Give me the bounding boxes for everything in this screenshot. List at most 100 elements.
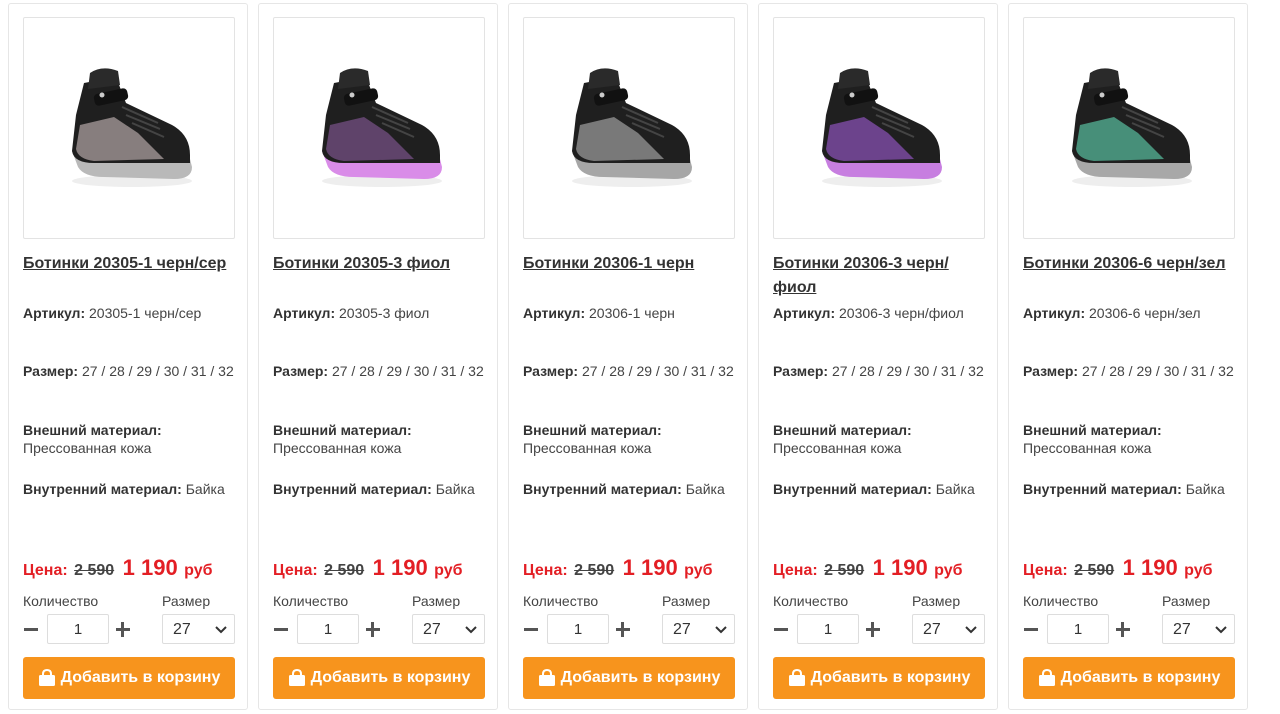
quantity-input[interactable] — [297, 614, 359, 644]
sizes-value: 27 / 28 / 29 / 30 / 31 / 32 — [581, 363, 734, 379]
old-price: 2 590 — [574, 562, 615, 579]
quantity-stepper — [1023, 614, 1131, 644]
article-value: 20306-6 черн/зел — [1089, 305, 1201, 321]
product-card: Ботинки 20306-3 черн/фиол Артикул: 20306… — [758, 3, 998, 710]
product-sizes: Размер: 27 / 28 / 29 / 30 / 31 / 32 — [23, 362, 235, 380]
sizes-label: Размер: — [23, 363, 79, 379]
plus-icon[interactable] — [365, 614, 381, 644]
old-price: 2 590 — [74, 562, 115, 579]
inner-value: Байка — [1185, 481, 1225, 497]
sizes-value: 27 / 28 / 29 / 30 / 31 / 32 — [831, 363, 984, 379]
product-price: Цена: 2 590 1 190 руб — [1023, 555, 1243, 581]
boot-image — [822, 68, 942, 187]
price-label: Цена: — [273, 562, 318, 579]
product-title[interactable]: Ботинки 20306-6 черн/зел — [1023, 252, 1235, 276]
product-outer-material: Внешний материал: Прессованная кожа — [1023, 421, 1235, 457]
outer-label: Внешний материал: — [23, 422, 162, 438]
quantity-stepper — [773, 614, 881, 644]
product-photo[interactable] — [523, 17, 735, 239]
price-label: Цена: — [23, 562, 68, 579]
product-inner-material: Внутренний материал: Байка — [23, 480, 235, 498]
article-value: 20305-1 черн/сер — [89, 305, 202, 321]
shopping-bag-icon — [538, 669, 555, 686]
add-to-cart-button[interactable]: Добавить в корзину — [273, 657, 485, 699]
product-article: Артикул: 20305-1 черн/сер — [23, 304, 235, 322]
product-title[interactable]: Ботинки 20305-3 фиол — [273, 252, 485, 276]
new-price: 1 190 — [1122, 555, 1178, 580]
product-card: Ботинки 20305-1 черн/сер Артикул: 20305-… — [8, 3, 248, 710]
size-select-value: 27 — [1173, 621, 1191, 638]
size-select[interactable]: 27 — [162, 614, 235, 644]
product-title[interactable]: Ботинки 20305-1 черн/сер — [23, 252, 235, 276]
inner-value: Байка — [435, 481, 475, 497]
quantity-input[interactable] — [547, 614, 609, 644]
add-to-cart-label: Добавить в корзину — [810, 669, 971, 686]
minus-icon[interactable] — [773, 614, 789, 644]
quantity-input[interactable] — [47, 614, 109, 644]
product-sizes: Размер: 27 / 28 / 29 / 30 / 31 / 32 — [273, 362, 485, 380]
add-to-cart-button[interactable]: Добавить в корзину — [23, 657, 235, 699]
size-select[interactable]: 27 — [412, 614, 485, 644]
currency-label: руб — [184, 562, 213, 579]
inner-label: Внутренний материал: — [23, 481, 182, 497]
quantity-label: Количество — [23, 593, 99, 609]
sizes-label: Размер: — [273, 363, 329, 379]
size-select[interactable]: 27 — [662, 614, 735, 644]
product-inner-material: Внутренний материал: Байка — [523, 480, 735, 498]
product-photo[interactable] — [273, 17, 485, 239]
minus-icon[interactable] — [23, 614, 39, 644]
minus-icon[interactable] — [1023, 614, 1039, 644]
shopping-bag-icon — [38, 669, 55, 686]
quantity-label: Количество — [523, 593, 599, 609]
product-photo[interactable] — [773, 17, 985, 239]
chevron-down-icon — [715, 626, 727, 634]
shopping-bag-icon — [788, 669, 805, 686]
plus-icon[interactable] — [1115, 614, 1131, 644]
plus-icon[interactable] — [615, 614, 631, 644]
new-price: 1 190 — [622, 555, 678, 580]
add-to-cart-label: Добавить в корзину — [1060, 669, 1221, 686]
add-to-cart-button[interactable]: Добавить в корзину — [523, 657, 735, 699]
product-inner-material: Внутренний материал: Байка — [273, 480, 485, 498]
product-article: Артикул: 20306-3 черн/фиол — [773, 304, 985, 322]
outer-value: Прессованная кожа — [523, 440, 652, 456]
product-title[interactable]: Ботинки 20306-3 черн/фиол — [773, 252, 985, 300]
old-price: 2 590 — [324, 562, 365, 579]
inner-value: Байка — [685, 481, 725, 497]
size-select[interactable]: 27 — [912, 614, 985, 644]
plus-icon[interactable] — [115, 614, 131, 644]
price-label: Цена: — [1023, 562, 1068, 579]
new-price: 1 190 — [372, 555, 428, 580]
product-card: Ботинки 20306-1 черн Артикул: 20306-1 че… — [508, 3, 748, 710]
sizes-value: 27 / 28 / 29 / 30 / 31 / 32 — [81, 363, 234, 379]
add-to-cart-label: Добавить в корзину — [60, 669, 221, 686]
boot-image — [572, 68, 692, 187]
size-select-label: Размер — [662, 593, 711, 609]
outer-label: Внешний материал: — [1023, 422, 1162, 438]
size-select[interactable]: 27 — [1162, 614, 1235, 644]
size-select-label: Размер — [912, 593, 961, 609]
product-photo[interactable] — [1023, 17, 1235, 239]
outer-label: Внешний материал: — [773, 422, 912, 438]
boot-image — [322, 68, 442, 187]
product-price: Цена: 2 590 1 190 руб — [523, 555, 743, 581]
add-to-cart-button[interactable]: Добавить в корзину — [1023, 657, 1235, 699]
quantity-input[interactable] — [1047, 614, 1109, 644]
outer-label: Внешний материал: — [273, 422, 412, 438]
add-to-cart-button[interactable]: Добавить в корзину — [773, 657, 985, 699]
old-price: 2 590 — [1074, 562, 1115, 579]
plus-icon[interactable] — [865, 614, 881, 644]
boot-image — [1072, 68, 1192, 187]
shopping-bag-icon — [1038, 669, 1055, 686]
quantity-input[interactable] — [797, 614, 859, 644]
minus-icon[interactable] — [273, 614, 289, 644]
chevron-down-icon — [465, 626, 477, 634]
product-article: Артикул: 20306-1 черн — [523, 304, 735, 322]
article-value: 20306-3 черн/фиол — [839, 305, 964, 321]
minus-icon[interactable] — [523, 614, 539, 644]
product-photo[interactable] — [23, 17, 235, 239]
product-title[interactable]: Ботинки 20306-1 черн — [523, 252, 735, 276]
quantity-stepper — [23, 614, 131, 644]
quantity-label: Количество — [273, 593, 349, 609]
article-label: Артикул: — [1023, 305, 1086, 321]
